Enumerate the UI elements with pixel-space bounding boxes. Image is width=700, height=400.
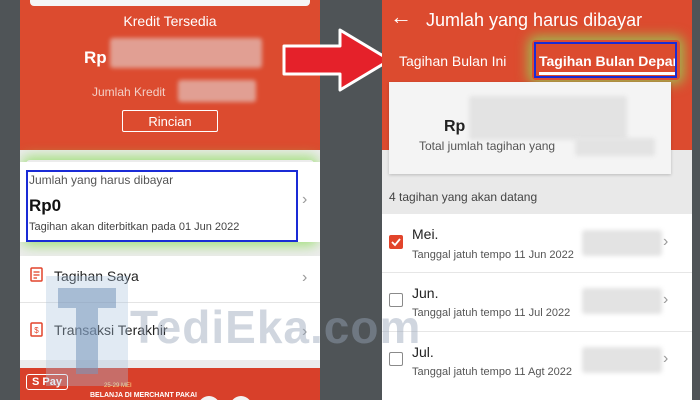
tab-next-month[interactable]: Tagihan Bulan Depan — [534, 42, 677, 78]
bill-row-may[interactable]: Mei. Tanggal jatuh tempo 11 Jun 2022 › — [382, 214, 692, 272]
watermark-logo-stem — [76, 308, 98, 374]
summary-amount-blur — [469, 96, 627, 140]
credit-limit-blur — [178, 80, 256, 102]
back-arrow-icon[interactable]: ← — [390, 6, 412, 28]
banner-coin — [230, 396, 252, 400]
credit-limit-label: Jumlah Kredit — [92, 85, 166, 99]
check-icon — [391, 238, 401, 247]
watermark-logo-bar — [58, 288, 116, 308]
chevron-right-icon: › — [663, 350, 669, 367]
credit-amount-blur — [110, 38, 262, 68]
bill-month: Jun. — [412, 285, 439, 301]
bill-list: Mei. Tanggal jatuh tempo 11 Jun 2022 › J… — [382, 214, 692, 400]
due-card-highlight-box — [26, 170, 298, 242]
arrow-right-icon — [282, 28, 392, 92]
svg-text:$: $ — [34, 326, 39, 335]
banner-text: BELANJA DI MERCHANT PAKAI — [90, 392, 197, 399]
bill-row-june[interactable]: Jun. Tanggal jatuh tempo 11 Jul 2022 › — [382, 273, 692, 331]
bill-amount-blur — [582, 230, 662, 256]
banner-coin — [198, 396, 220, 400]
credit-amount-prefix: Rp — [84, 48, 107, 67]
bill-due-date: Tanggal jatuh tempo 11 Jun 2022 — [412, 249, 574, 261]
document-icon — [30, 267, 43, 282]
summary-card: Rp Total jumlah tagihan yang — [389, 82, 671, 174]
summary-label-blur — [575, 138, 655, 156]
watermark-text: TediEka.com — [130, 301, 422, 353]
tab-this-month[interactable]: Tagihan Bulan Ini — [399, 53, 506, 69]
checkbox-unchecked[interactable] — [389, 352, 403, 366]
summary-amount-prefix: Rp — [444, 118, 466, 135]
credit-label: Kredit Tersedia — [123, 13, 217, 29]
bill-screen: ← Jumlah yang harus dibayar Tagihan Bula… — [382, 0, 692, 400]
chevron-right-icon: › — [663, 233, 669, 250]
credit-header: Kredit Tersedia Rp Jumlah Kredit Rincian — [20, 0, 320, 150]
receipt-icon: $ — [30, 322, 43, 337]
header-title: Jumlah yang harus dibayar — [426, 10, 643, 30]
bill-due-date: Tanggal jatuh tempo 11 Jul 2022 — [412, 307, 571, 319]
bill-month: Mei. — [412, 226, 439, 242]
chevron-right-icon: › — [663, 291, 669, 308]
chevron-right-icon: › — [302, 191, 308, 208]
summary-label: Total jumlah tagihan yang — [419, 139, 556, 153]
bill-amount-blur — [582, 347, 662, 373]
watermark-logo — [46, 276, 128, 386]
bills-header: 4 tagihan yang akan datang — [389, 190, 538, 204]
detail-button[interactable]: Rincian — [122, 110, 218, 132]
bill-row-july[interactable]: Jul. Tanggal jatuh tempo 11 Agt 2022 › — [382, 332, 692, 390]
checkbox-checked[interactable] — [389, 235, 403, 249]
bill-due-date: Tanggal jatuh tempo 11 Agt 2022 — [412, 366, 573, 378]
chevron-right-icon: › — [302, 269, 308, 286]
top-card-edge — [30, 0, 310, 6]
bill-amount-blur — [582, 288, 662, 314]
tab-label: Tagihan Bulan Depan — [539, 53, 677, 69]
active-tab-underline — [539, 72, 675, 75]
